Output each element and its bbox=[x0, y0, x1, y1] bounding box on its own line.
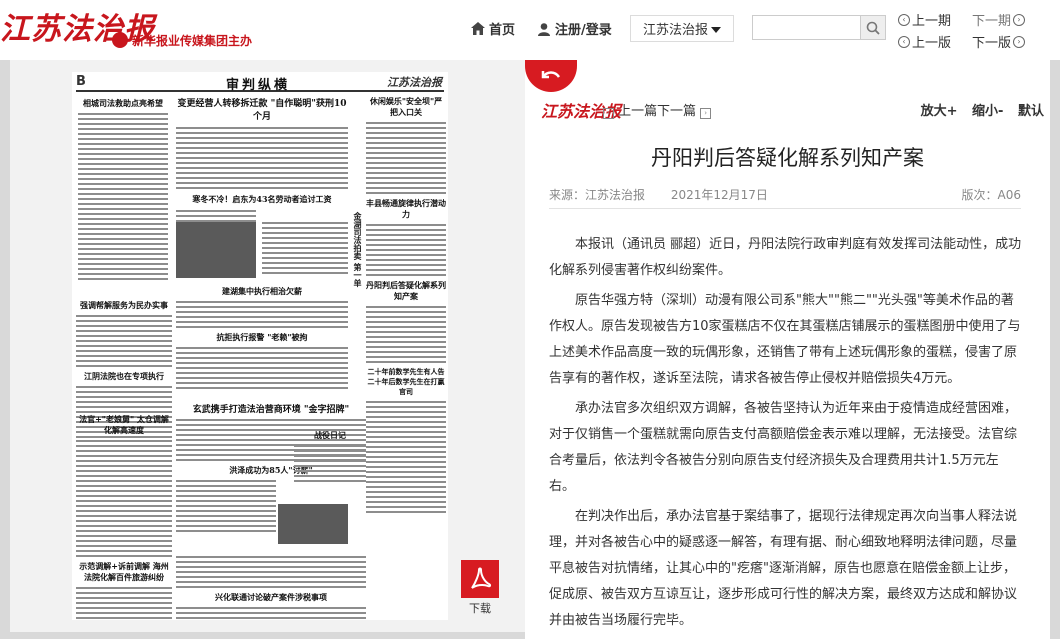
newspaper-column-right: 休闲娱乐"安全坝"严把入口关 丰县畅通旋律执行潜动力 丹阳判后答疑化解系列知产案… bbox=[366, 96, 446, 516]
pdf-icon bbox=[461, 560, 499, 598]
news-photo bbox=[176, 222, 256, 278]
article-headline[interactable]: 法官+"老娘舅" 太仓调解化解高速度 bbox=[76, 414, 172, 436]
article-paragraph: 承办法官多次组织双方调解，各被告坚持认为近年来由于疫情造成经营困难，对于仅销售一… bbox=[549, 401, 1018, 494]
article-title: 丹阳判后答疑化解系列知产案 bbox=[651, 146, 924, 170]
search-button[interactable] bbox=[860, 15, 886, 40]
chevron-left-icon: ‹ bbox=[898, 35, 910, 48]
newspaper-column-bottom-3: 战役日记 bbox=[294, 430, 366, 485]
body-text-block bbox=[176, 480, 276, 532]
article-headline[interactable]: 建湖集中执行相治欠薪 bbox=[176, 286, 348, 297]
prev-article-link[interactable]: ‹ 上一篇 bbox=[603, 100, 657, 119]
chevron-right-icon: › bbox=[1013, 35, 1026, 48]
article-paragraph: 原告华强方特（深圳）动漫有限公司系"熊大""熊二""光头强"等美术作品的著作权人… bbox=[549, 293, 1021, 386]
top-bar: 江苏法治报 新华报业传媒集团主办 首页 注册/登录 江苏法治报 ‹ 上一期 下一… bbox=[0, 0, 1060, 60]
next-page-label: 下一版 bbox=[972, 36, 1012, 51]
zoom-in-button[interactable]: 放大+ bbox=[921, 104, 958, 119]
article-headline[interactable]: 抗拒执行报警 "老赖"被拘 bbox=[176, 332, 348, 343]
article-headline[interactable]: 玄武携手打造法治营商环境 "金字招牌" bbox=[176, 402, 366, 415]
chevron-left-icon: ‹ bbox=[603, 108, 614, 119]
group-text: 新华报业传媒集团主办 bbox=[132, 33, 253, 48]
article-panel: 江苏法治报 ‹ 上一篇 下一篇 › 放大+ 缩小- 默认 丹阳判后答疑化解系列知… bbox=[525, 60, 1050, 639]
newspaper-column-center-right bbox=[262, 222, 348, 277]
newspaper-column-bottom-2: 兴化联通讨论破产案件涉税事项 bbox=[176, 556, 366, 620]
body-text-block bbox=[366, 122, 446, 194]
newspaper-column-left: 相城司法救助点亮希望 bbox=[78, 98, 168, 283]
pdf-download-button[interactable]: 下载 bbox=[461, 560, 499, 615]
article-headline[interactable]: 休闲娱乐"安全坝"严把入口关 bbox=[366, 96, 446, 118]
zoom-out-button[interactable]: 缩小- bbox=[972, 104, 1003, 119]
body-text-block bbox=[76, 440, 172, 557]
nav-home-link[interactable]: 首页 bbox=[471, 19, 515, 38]
group-logo-icon bbox=[112, 32, 128, 48]
article-headline[interactable]: 寒冬不冷！启东为43名劳动者追讨工资 bbox=[176, 194, 348, 205]
newspaper-header: B 审判纵横 江苏法治报 bbox=[76, 74, 444, 93]
article-headline[interactable]: 战役日记 bbox=[294, 430, 366, 441]
article-headline[interactable]: 二十年前数学先生有人告 二十年后数学先生在打赢官司 bbox=[366, 367, 446, 397]
nav-home-label: 首页 bbox=[489, 23, 516, 38]
newspaper-column-left-3: 法官+"老娘舅" 太仓调解化解高速度 示范调解+诉前调解 海州法院化解百件旅游纠… bbox=[76, 414, 172, 620]
reset-font-button[interactable]: 默认 bbox=[1018, 104, 1044, 119]
nav-login-label: 注册/登录 bbox=[555, 23, 612, 38]
home-icon bbox=[471, 22, 485, 35]
newspaper-page-number: B bbox=[76, 74, 86, 89]
body-text-block bbox=[366, 224, 446, 276]
search-input[interactable] bbox=[752, 15, 864, 40]
chevron-left-icon: ‹ bbox=[898, 13, 910, 26]
prev-page-label: 上一版 bbox=[912, 36, 952, 51]
back-button[interactable] bbox=[525, 60, 577, 92]
font-size-tools: 放大+ 缩小- 默认 bbox=[911, 100, 1044, 119]
next-issue-link[interactable]: 下一期 › bbox=[972, 10, 1026, 29]
article-paragraph: 在判决作出后，承办法官基于案结事了，据现行法律规定再次向当事人释法说理，并对各被… bbox=[549, 509, 1018, 628]
chevron-right-icon: › bbox=[1013, 13, 1026, 26]
body-text-block bbox=[366, 401, 446, 513]
paper-select-value: 江苏法治报 bbox=[643, 23, 709, 38]
article-paragraph: 本报讯（通讯员 郦超）近日，丹阳法院行政审判庭有效发挥司法能动性，成功化解系列侵… bbox=[549, 237, 1022, 278]
body-text-block bbox=[176, 127, 348, 189]
article-headline[interactable]: 丰县畅通旋律执行潜动力 bbox=[366, 198, 446, 220]
group-banner: 新华报业传媒集团主办 bbox=[112, 30, 252, 50]
article-headline[interactable]: 相城司法救助点亮希望 bbox=[78, 98, 168, 109]
article-headline[interactable]: 兴化联通讨论破产案件涉税事项 bbox=[176, 592, 366, 603]
newspaper-column-center-2: 建湖集中执行相治欠薪 抗拒执行报警 "老赖"被拘 bbox=[176, 286, 348, 392]
body-text-block bbox=[176, 347, 348, 389]
user-icon bbox=[538, 22, 550, 36]
next-article-link[interactable]: 下一篇 › bbox=[657, 100, 712, 119]
back-arrow-icon bbox=[541, 71, 561, 79]
prev-article-label: 上一篇 bbox=[618, 104, 658, 119]
article-date: 2021年12月17日 bbox=[670, 188, 768, 202]
newspaper-section-title: 审判纵横 bbox=[226, 78, 291, 93]
chevron-right-icon: › bbox=[700, 108, 712, 119]
article-headline[interactable]: 江阴法院也在专项执行 bbox=[76, 371, 172, 382]
body-text-block bbox=[76, 587, 172, 620]
article-body: 本报讯（通讯员 郦超）近日，丹阳法院行政审判庭有效发挥司法能动性，成功化解系列侵… bbox=[549, 232, 1023, 638]
next-page-link[interactable]: 下一版 › bbox=[972, 32, 1026, 51]
body-text-block bbox=[176, 301, 348, 328]
caret-down-icon bbox=[711, 27, 721, 33]
news-photo bbox=[278, 504, 348, 544]
prev-issue-link[interactable]: ‹ 上一期 bbox=[898, 10, 951, 29]
newspaper-brand: 江苏法治报 bbox=[387, 76, 442, 89]
vertical-slogan: 金湖司法拍卖 第一单 bbox=[353, 212, 362, 287]
nav-login-link[interactable]: 注册/登录 bbox=[537, 19, 612, 38]
article-edition: 版次：A06 bbox=[961, 188, 1021, 202]
newspaper-page[interactable]: B 审判纵横 江苏法治报 相城司法救助点亮希望 强调帮解服务为民办实事 江阴法院… bbox=[72, 72, 448, 620]
prev-page-link[interactable]: ‹ 上一版 bbox=[898, 32, 951, 51]
article-headline[interactable]: 丹阳判后答疑化解系列知产案 bbox=[366, 280, 446, 302]
article-source: 来源：江苏法治报 bbox=[549, 188, 646, 202]
next-article-label: 下一篇 bbox=[657, 104, 697, 119]
search-icon bbox=[866, 21, 880, 35]
prev-issue-label: 上一期 bbox=[912, 14, 952, 29]
article-headline[interactable]: 强调帮解服务为民办实事 bbox=[76, 300, 172, 311]
article-headline[interactable]: 变更经营人转移拆迁款 "自作聪明"获刑10个月 bbox=[176, 96, 348, 122]
body-text-block bbox=[76, 315, 172, 367]
paper-select[interactable]: 江苏法治报 bbox=[630, 15, 734, 42]
body-text-block bbox=[78, 113, 168, 280]
next-issue-label: 下一期 bbox=[972, 14, 1012, 29]
download-label: 下载 bbox=[469, 602, 491, 615]
article-headline[interactable]: 示范调解+诉前调解 海州法院化解百件旅游纠纷 bbox=[76, 561, 172, 583]
body-text-block bbox=[366, 306, 446, 363]
article-meta: 来源：江苏法治报 2021年12月17日 版次：A06 bbox=[549, 186, 1021, 209]
